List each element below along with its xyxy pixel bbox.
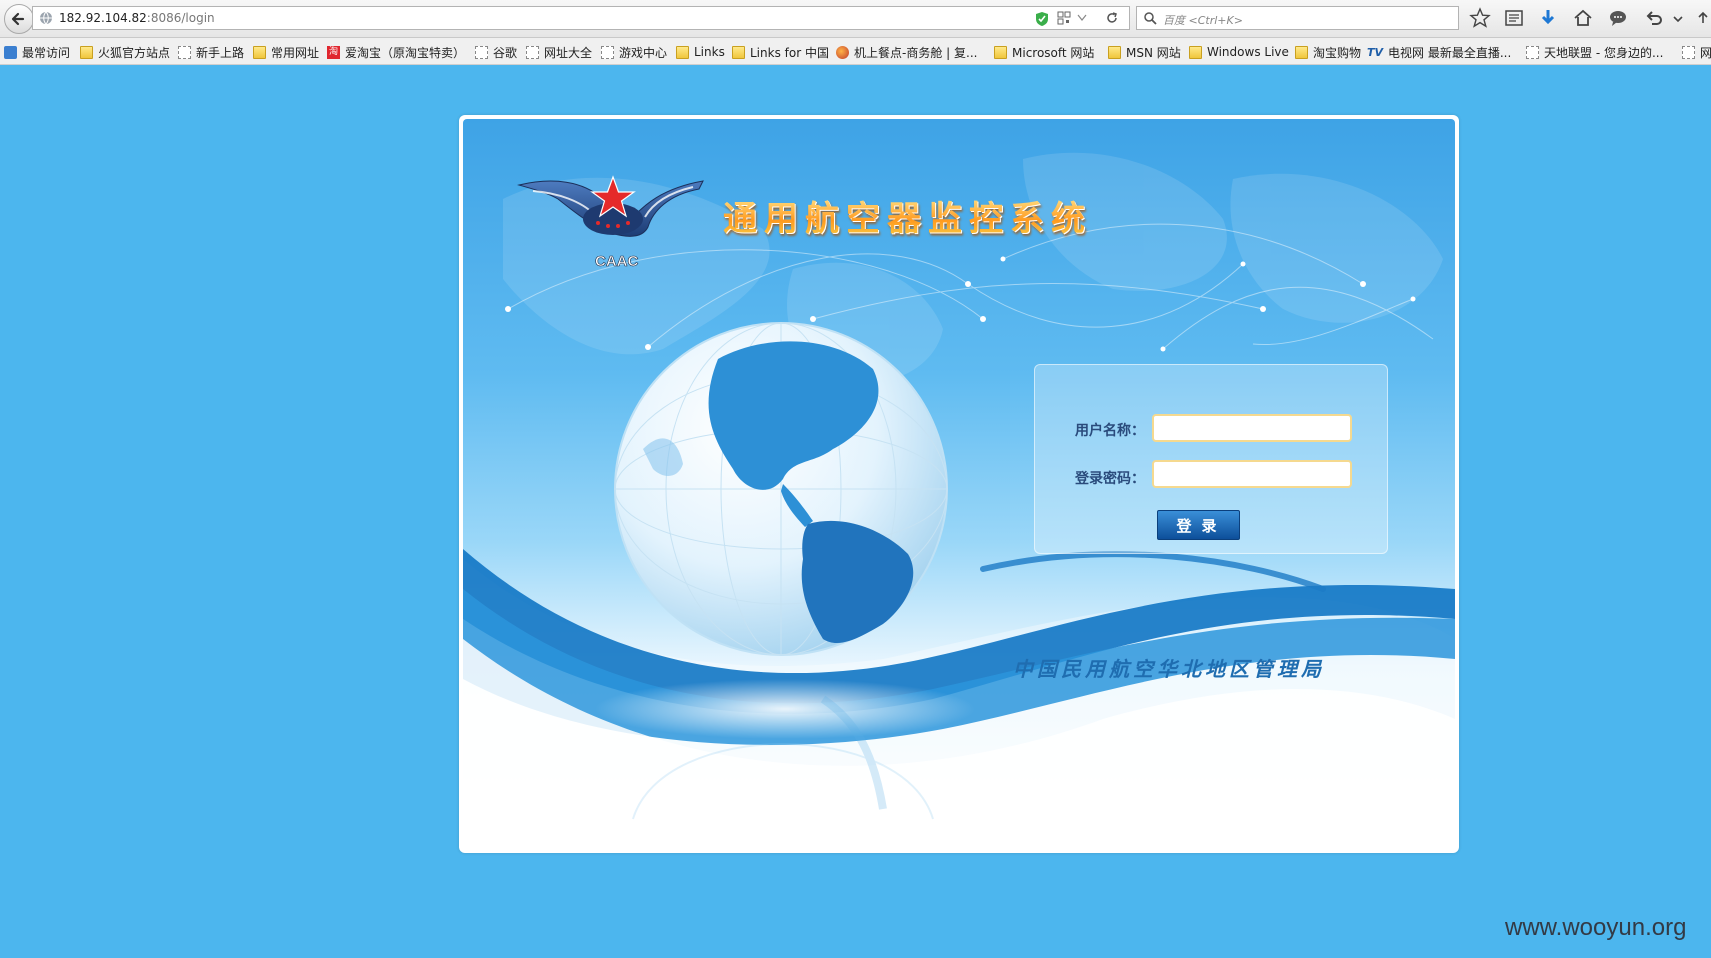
overflow-menu-icon[interactable] <box>1696 7 1710 29</box>
folder-icon <box>676 45 689 59</box>
password-input[interactable] <box>1152 460 1352 488</box>
address-bar[interactable]: 182.92.104.82:8086/login <box>32 6 1130 30</box>
username-label: 用户名称： <box>1075 423 1145 439</box>
thin-swoosh <box>980 551 1326 592</box>
folder-icon <box>1189 45 1202 59</box>
firefox-icon <box>836 45 849 59</box>
folder-icon <box>994 45 1007 59</box>
organization-name: 中国民用航空华北地区管理局 <box>1013 657 1325 681</box>
page-icon <box>475 45 488 59</box>
bookmark-item[interactable]: 淘宝购物 <box>1295 44 1361 60</box>
page-icon <box>1526 45 1539 59</box>
reading-list-icon[interactable] <box>1503 7 1525 29</box>
browser-nav-bar: 182.92.104.82:8086/login 百度 <Ctrl+K> <box>0 0 1711 38</box>
download-icon[interactable] <box>1537 7 1559 29</box>
reload-icon[interactable] <box>1105 11 1119 25</box>
page-icon <box>526 45 539 59</box>
bookmark-item[interactable]: 新手上路 <box>178 44 244 60</box>
folder-icon <box>732 45 745 59</box>
bookmark-item[interactable]: 游戏中心 <box>601 44 667 60</box>
bookmark-item[interactable]: Links for 中国 <box>732 44 829 60</box>
bookmark-item[interactable]: 淘爱淘宝（原淘宝特卖） <box>327 44 465 60</box>
login-panel: CAAC 通用航空器监控系统 用户名称： 登录密码： 登录 中国民用航空华北地区… <box>459 115 1459 853</box>
bookmark-item[interactable]: 常用网址 <box>253 44 319 60</box>
shield-icon[interactable] <box>1035 11 1049 27</box>
folder-icon <box>1295 45 1308 59</box>
taobao-icon: 淘 <box>327 45 340 59</box>
globe-shadow <box>595 679 975 739</box>
bookmark-item[interactable]: 天地联盟 - 您身边的... <box>1526 44 1663 60</box>
search-box[interactable]: 百度 <Ctrl+K> <box>1136 6 1459 30</box>
bookmark-item[interactable]: 谷歌 <box>475 44 517 60</box>
login-form: 用户名称： 登录密码： 登录 <box>1034 364 1388 554</box>
dropdown-arrow-icon[interactable] <box>1077 14 1087 22</box>
menu-dropdown-icon[interactable] <box>1672 7 1684 29</box>
globe-icon <box>614 322 948 656</box>
bookmark-item[interactable]: 网 <box>1682 44 1711 60</box>
system-title: 通用航空器监控系统 <box>723 191 1092 240</box>
undo-icon[interactable] <box>1643 7 1665 29</box>
tv-icon: TV <box>1367 45 1384 59</box>
chat-icon[interactable] <box>1607 7 1629 29</box>
world-map-shape <box>503 152 1443 384</box>
bookmark-item[interactable]: TV 电视网 最新最全直播... <box>1367 44 1511 60</box>
search-placeholder: 百度 <Ctrl+K> <box>1163 14 1243 27</box>
bookmark-item[interactable]: 最常访问 <box>4 44 70 60</box>
watermark: www.wooyun.org <box>1505 914 1687 941</box>
folder-icon <box>1108 45 1121 59</box>
page-icon <box>1682 45 1695 59</box>
back-button[interactable] <box>4 4 34 34</box>
url-text: 182.92.104.82:8086/login <box>59 11 215 25</box>
folder-icon <box>253 45 266 59</box>
back-arrow-icon <box>11 12 25 26</box>
page-icon <box>601 45 614 59</box>
bookmark-item[interactable]: 机上餐点-商务舱 | 复... <box>836 44 977 60</box>
login-button[interactable]: 登录 <box>1157 510 1240 540</box>
globe-icon <box>40 11 52 25</box>
bookmark-item[interactable]: Windows Live <box>1189 44 1289 60</box>
folder-icon <box>80 45 93 59</box>
login-banner: CAAC 通用航空器监控系统 用户名称： 登录密码： 登录 中国民用航空华北地区… <box>463 119 1455 849</box>
bookmark-item[interactable]: MSN 网站 <box>1108 44 1181 60</box>
username-input[interactable] <box>1152 414 1352 442</box>
bookmark-item[interactable]: Microsoft 网站 <box>994 44 1094 60</box>
bookmark-item[interactable]: 网址大全 <box>526 44 592 60</box>
page-icon <box>178 45 191 59</box>
bookmark-item[interactable]: Links <box>676 44 725 60</box>
caac-logo-text: CAAC <box>595 253 639 271</box>
bookmark-star-icon[interactable] <box>1469 7 1491 29</box>
bookmarks-bar: 最常访问 火狐官方站点 新手上路 常用网址 淘爱淘宝（原淘宝特卖） 谷歌 网址大… <box>0 38 1711 65</box>
bookmark-item[interactable]: 火狐官方站点 <box>80 44 170 60</box>
password-label: 登录密码： <box>1075 471 1145 487</box>
most-visited-icon <box>4 45 17 59</box>
search-icon <box>1144 12 1157 25</box>
qr-code-icon[interactable] <box>1057 11 1071 25</box>
home-icon[interactable] <box>1572 7 1594 29</box>
